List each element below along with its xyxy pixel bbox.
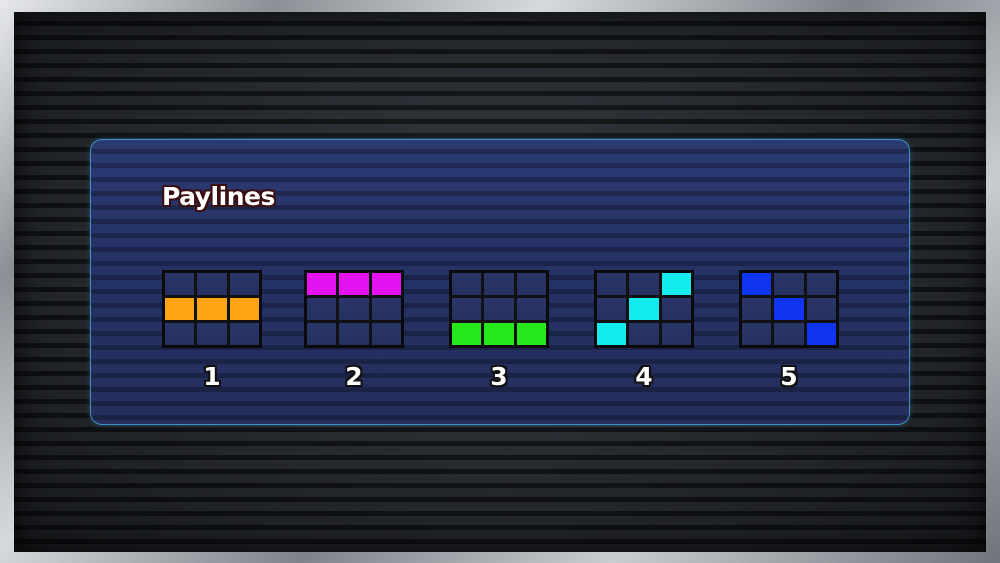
payline-cell <box>197 323 227 345</box>
payline-2: 2 <box>304 270 404 391</box>
payline-cell <box>307 298 337 320</box>
payline-cell-active <box>742 273 772 295</box>
payline-cell <box>806 273 836 295</box>
payline-cell-active <box>597 323 627 345</box>
payline-cell-active <box>452 323 482 345</box>
payline-number: 4 <box>635 362 653 391</box>
payline-grid <box>739 270 839 348</box>
payline-cell <box>629 323 659 345</box>
payline-cell-active <box>516 323 546 345</box>
payline-grid <box>594 270 694 348</box>
payline-cell <box>742 298 772 320</box>
payline-cell <box>484 273 514 295</box>
payline-cell-active <box>339 273 369 295</box>
payline-number: 5 <box>780 362 798 391</box>
payline-cell <box>229 273 259 295</box>
payline-5: 5 <box>739 270 839 391</box>
payline-grid <box>162 270 262 348</box>
payline-cell <box>516 273 546 295</box>
payline-cell <box>339 323 369 345</box>
payline-grid <box>304 270 404 348</box>
payline-cell <box>229 323 259 345</box>
payline-cell-active <box>661 273 691 295</box>
payline-cell <box>165 323 195 345</box>
payline-cell <box>371 298 401 320</box>
payline-3: 3 <box>449 270 549 391</box>
payline-cell <box>452 298 482 320</box>
payline-cell <box>774 323 804 345</box>
payline-cell-active <box>165 298 195 320</box>
payline-cell-active <box>484 323 514 345</box>
payline-number: 3 <box>490 362 508 391</box>
payline-cell-active <box>629 298 659 320</box>
payline-cell <box>307 323 337 345</box>
paylines-title: Paylines <box>162 182 275 211</box>
payline-cell <box>774 273 804 295</box>
payline-cell <box>742 323 772 345</box>
payline-grid <box>449 270 549 348</box>
payline-number: 2 <box>345 362 363 391</box>
payline-cell <box>452 273 482 295</box>
payline-cell-active <box>197 298 227 320</box>
payline-cell <box>484 298 514 320</box>
payline-cell-active <box>806 323 836 345</box>
payline-cell-active <box>371 273 401 295</box>
payline-cell-active <box>229 298 259 320</box>
payline-cell-active <box>307 273 337 295</box>
payline-cell <box>806 298 836 320</box>
payline-cell <box>197 273 227 295</box>
payline-1: 1 <box>162 270 262 391</box>
payline-number: 1 <box>203 362 221 391</box>
payline-4: 4 <box>594 270 694 391</box>
payline-cell <box>165 273 195 295</box>
payline-cell <box>597 298 627 320</box>
payline-cell <box>339 298 369 320</box>
payline-cell <box>371 323 401 345</box>
payline-cell <box>597 273 627 295</box>
payline-cell <box>516 298 546 320</box>
payline-cell <box>661 298 691 320</box>
payline-cell-active <box>774 298 804 320</box>
payline-cell <box>661 323 691 345</box>
payline-cell <box>629 273 659 295</box>
